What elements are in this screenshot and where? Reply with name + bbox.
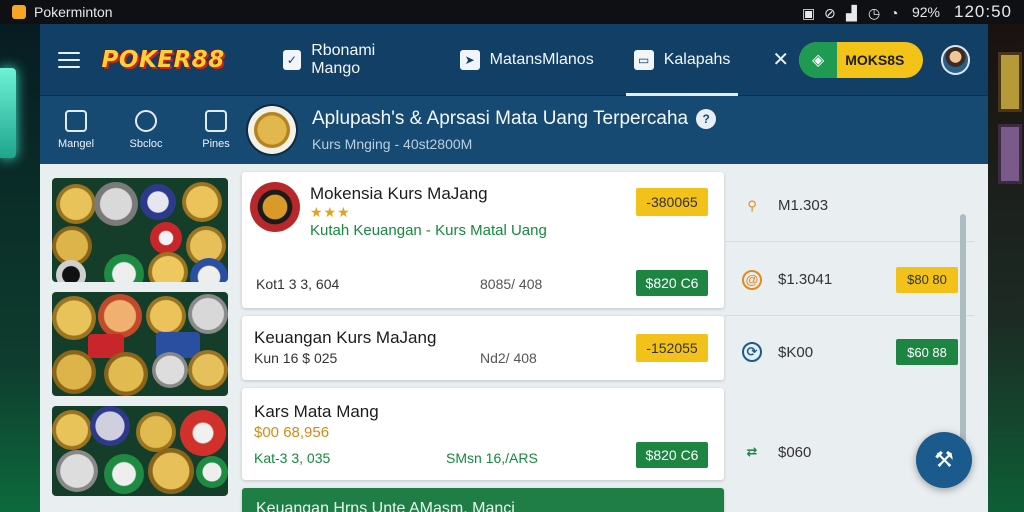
rate-row[interactable]: @ $1.3041 $80 80 <box>724 244 974 316</box>
pin-icon: ⚲ <box>747 197 757 213</box>
rate-value: M1.303 <box>778 197 829 214</box>
card-title: Mokensia Kurs MaJang <box>310 184 488 203</box>
rate-badge[interactable]: $80 80 <box>896 266 958 293</box>
card-meta-left: Kun 16 $ 025 <box>254 350 338 366</box>
tools-icon: ⚒ <box>934 447 954 472</box>
rate-value: $K00 <box>778 343 814 361</box>
app-window: POKER88 ✓ Rbonami Mango ➤ MatansMlanos ▭… <box>40 24 988 512</box>
app-notification-icon <box>12 5 26 19</box>
card-meta-left: Kot1 3 3, 604 <box>256 276 340 292</box>
neon-light <box>0 68 16 158</box>
rate-value: $060 <box>778 443 812 461</box>
status-app-name: Pokerminton <box>34 4 113 20</box>
page-title: Aplupash's & Aprsasi Mata Uang Terpercah… <box>312 108 717 130</box>
floating-action-button[interactable]: ⚒ <box>916 432 972 488</box>
diamond-icon: ◈ <box>799 41 838 78</box>
question-icon[interactable]: ? <box>696 109 717 129</box>
quicknav-label: Mangel <box>57 138 95 150</box>
tab-rbonami[interactable]: ✓ Rbonami Mango <box>263 24 440 96</box>
tab-label: Kalapahs <box>663 50 731 68</box>
status-clock: 120:50 <box>954 2 1012 21</box>
rating-stars: ★★★ <box>310 204 351 220</box>
home-icon <box>65 110 87 132</box>
quicknav-home[interactable]: Mangel <box>56 110 96 150</box>
sub-header: Mangel Sbcloc Pines Aplupash's & Aprsasi… <box>40 96 988 164</box>
photo-icon: ▣ <box>801 5 816 21</box>
card-meta-mid: SMsn 16,/ARS <box>446 450 538 466</box>
top-bar: POKER88 ✓ Rbonami Mango ➤ MatansMlanos ▭… <box>40 24 988 96</box>
tab-label: Rbonami Mango <box>311 41 376 77</box>
close-icon[interactable]: ✕ <box>762 47 799 72</box>
scrollbar[interactable] <box>960 214 966 464</box>
page-subtitle: Kurs Mnging - 40st2800M <box>312 136 473 152</box>
thumbnail-column <box>52 178 228 506</box>
card-meta-mid: Nd2/ 408 <box>480 350 537 366</box>
card-list: Mokensia Kurs MaJang ★★★ Kutah Keuangan … <box>242 172 724 512</box>
casino-logo-icon <box>250 182 300 232</box>
coins-thumbnail[interactable] <box>52 292 228 396</box>
rate-value: $1.3041 <box>778 271 833 288</box>
mode-button-label: MOKS8S <box>845 51 905 68</box>
mute-icon: ⊘ <box>823 5 836 21</box>
main-content: Mokensia Kurs MaJang ★★★ Kutah Keuangan … <box>40 164 988 512</box>
rate-card[interactable]: Keuangan Hrns Unte AMasm, Manci <box>242 488 724 512</box>
avatar[interactable] <box>940 44 970 75</box>
quick-nav: Mangel Sbcloc Pines <box>40 110 236 150</box>
send-icon: ➤ <box>459 49 480 70</box>
coins-thumbnail[interactable] <box>52 178 228 282</box>
card-meta-mid: 8085/ 408 <box>480 276 543 292</box>
nav-tabs: ✓ Rbonami Mango ➤ MatansMlanos ▭ Kalapah… <box>263 24 751 96</box>
wifi-icon: ◔ <box>889 5 899 21</box>
check-icon: ✓ <box>282 49 302 70</box>
rate-card[interactable]: Kars Mata Mang $00 68,956 Kat-3 3, 035 S… <box>242 388 724 480</box>
page-title-text: Aplupash's & Aprsasi Mata Uang Terpercah… <box>312 108 689 129</box>
price-button[interactable]: $820 C6 <box>636 442 708 468</box>
tab-matansmlanos[interactable]: ➤ MatansMlanos <box>440 24 614 96</box>
status-icons: ▣ ⊘ ▟ ◷ ◔ 92% 120:50 <box>802 2 1012 22</box>
card-value: $00 68,956 <box>254 424 330 441</box>
card-category[interactable]: Kutah Keuangan - Kurs Matal Uang <box>310 222 547 239</box>
rate-card[interactable]: Mokensia Kurs MaJang ★★★ Kutah Keuangan … <box>242 172 724 308</box>
card-title: Keuangan Hrns Unte AMasm, Manci <box>256 500 515 512</box>
menu-icon[interactable] <box>58 51 80 68</box>
wall-frame <box>998 52 1022 112</box>
quicknav-label: Pines <box>202 138 230 150</box>
coins-thumbnail[interactable] <box>52 406 228 496</box>
price-button[interactable]: $820 C6 <box>636 270 708 296</box>
compass-icon <box>135 110 157 132</box>
mode-button[interactable]: ◈ MOKS8S <box>799 41 923 78</box>
tab-label: MatansMlanos <box>489 50 594 68</box>
refresh-icon: ⇄ <box>746 444 758 459</box>
hero: Aplupash's & Aprsasi Mata Uang Terpercah… <box>312 108 717 152</box>
quicknav-explore[interactable]: Sbcloc <box>126 110 166 150</box>
tab-kalapahs[interactable]: ▭ Kalapahs <box>614 24 751 96</box>
battery-percent: 92% <box>911 4 940 20</box>
bitcoin-chip-icon <box>248 106 296 154</box>
rate-row[interactable]: ⟳ $K00 $60 88 <box>724 316 974 388</box>
rate-badge: -380065 <box>636 188 708 216</box>
card-title: Keuangan Kurs MaJang <box>254 328 437 347</box>
quicknav-label: Sbcloc <box>129 138 163 150</box>
document-icon <box>205 110 227 132</box>
rate-badge: -152055 <box>636 334 708 362</box>
card-title: Kars Mata Mang <box>254 402 379 421</box>
signal-icon: ▟ <box>845 5 857 21</box>
quicknav-pages[interactable]: Pines <box>196 110 236 150</box>
status-bar: Pokerminton ▣ ⊘ ▟ ◷ ◔ 92% 120:50 <box>0 0 1024 24</box>
chat-icon: ▭ <box>633 49 654 70</box>
target-icon: @ <box>742 269 762 290</box>
brand-logo[interactable]: POKER88 <box>102 47 225 73</box>
rate-row[interactable]: ⚲ M1.303 <box>724 170 974 242</box>
rate-badge[interactable]: $60 88 <box>896 339 958 365</box>
wall-frame <box>998 124 1022 184</box>
card-meta-left: Kat-3 3, 035 <box>254 450 331 466</box>
rate-card[interactable]: Keuangan Kurs MaJang Kun 16 $ 025 Nd2/ 4… <box>242 316 724 380</box>
alarm-icon: ◷ <box>867 5 881 21</box>
background-right <box>988 24 1024 512</box>
background-left <box>0 24 40 512</box>
clock-icon: ⟳ <box>742 342 762 362</box>
